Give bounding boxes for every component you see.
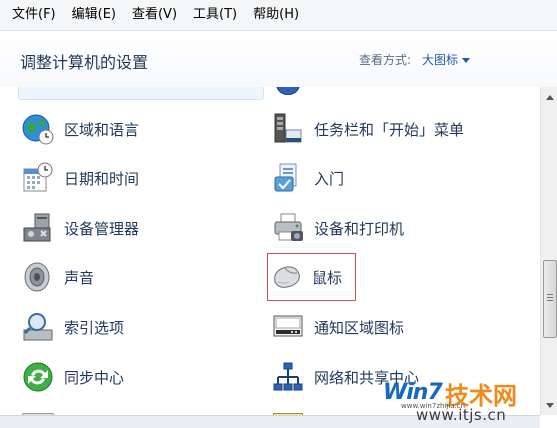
network-icon [270, 359, 306, 395]
watermark-url: www.itjs.cn [416, 406, 507, 424]
menu-view[interactable]: 查看(V) [124, 0, 185, 30]
watermark: Win7 技术网 www.win7zhijia.cn www.itjs.cn [383, 380, 543, 424]
item-sync-center[interactable]: 同步中心 [20, 354, 124, 400]
menu-file[interactable]: 文件(F) [0, 0, 64, 30]
item-device-manager[interactable]: 设备管理器 [20, 205, 139, 251]
vertical-scrollbar[interactable] [540, 87, 557, 415]
menu-tools[interactable]: 工具(T) [185, 0, 245, 30]
item-label: 通知区域图标 [314, 318, 405, 337]
item-label: 日期和时间 [64, 169, 140, 188]
header: 调整计算机的设置 查看方式: 大图标 [0, 31, 557, 87]
menu-edit[interactable]: 编辑(E) [64, 0, 124, 30]
getting-started-icon [270, 160, 306, 196]
printer-icon [270, 210, 306, 246]
item-label: 设备和打印机 [314, 219, 405, 238]
item-indexing-options[interactable]: 索引选项 [20, 304, 124, 350]
menu-bar: 文件(F) 编辑(E) 查看(V) 工具(T) 帮助(H) [0, 0, 557, 31]
scroll-up-button[interactable] [542, 89, 557, 105]
item-mouse[interactable]: 鼠标 [267, 253, 356, 301]
item-label: 索引选项 [64, 318, 125, 337]
item-label: 区域和语言 [64, 120, 140, 139]
scroll-thumb[interactable] [543, 260, 557, 338]
item-sound[interactable]: 声音 [20, 254, 94, 300]
item-notification-area-icons[interactable]: 通知区域图标 [270, 304, 404, 350]
view-by-dropdown[interactable]: 大图标 [422, 51, 471, 68]
arrow-up-icon [545, 94, 554, 100]
item-label: 同步中心 [64, 368, 125, 387]
item-region-language[interactable]: 区域和语言 [20, 106, 139, 152]
view-by-label: 查看方式: [359, 53, 412, 67]
index-search-icon [20, 309, 56, 345]
scroll-down-button[interactable] [542, 397, 557, 413]
arrow-down-icon [545, 402, 554, 408]
sync-icon [20, 359, 56, 395]
item-label: 设备管理器 [64, 219, 140, 238]
menu-help[interactable]: 帮助(H) [245, 0, 307, 30]
calendar-clock-icon [20, 160, 56, 196]
item-taskbar-start-menu[interactable]: 任务栏和「开始」菜单 [270, 106, 464, 152]
notification-area-icon [270, 309, 306, 345]
item-label: 鼠标 [312, 268, 343, 287]
page-title: 调整计算机的设置 [20, 53, 149, 72]
item-date-time[interactable]: 日期和时间 [20, 155, 139, 201]
partial-icon-top [276, 87, 300, 95]
item-label: 入门 [314, 169, 345, 188]
view-by-value: 大图标 [422, 53, 459, 67]
speaker-icon [20, 259, 56, 295]
taskbar-icon [270, 111, 306, 147]
item-label: 声音 [64, 268, 95, 287]
item-getting-started[interactable]: 入门 [270, 155, 344, 201]
globe-clock-icon [20, 111, 56, 147]
chevron-down-icon [462, 58, 471, 63]
device-manager-icon [20, 210, 56, 246]
partial-item-top[interactable] [18, 87, 264, 100]
item-label: 任务栏和「开始」菜单 [314, 120, 465, 139]
item-devices-printers[interactable]: 设备和打印机 [270, 205, 404, 251]
mouse-icon [268, 259, 304, 295]
